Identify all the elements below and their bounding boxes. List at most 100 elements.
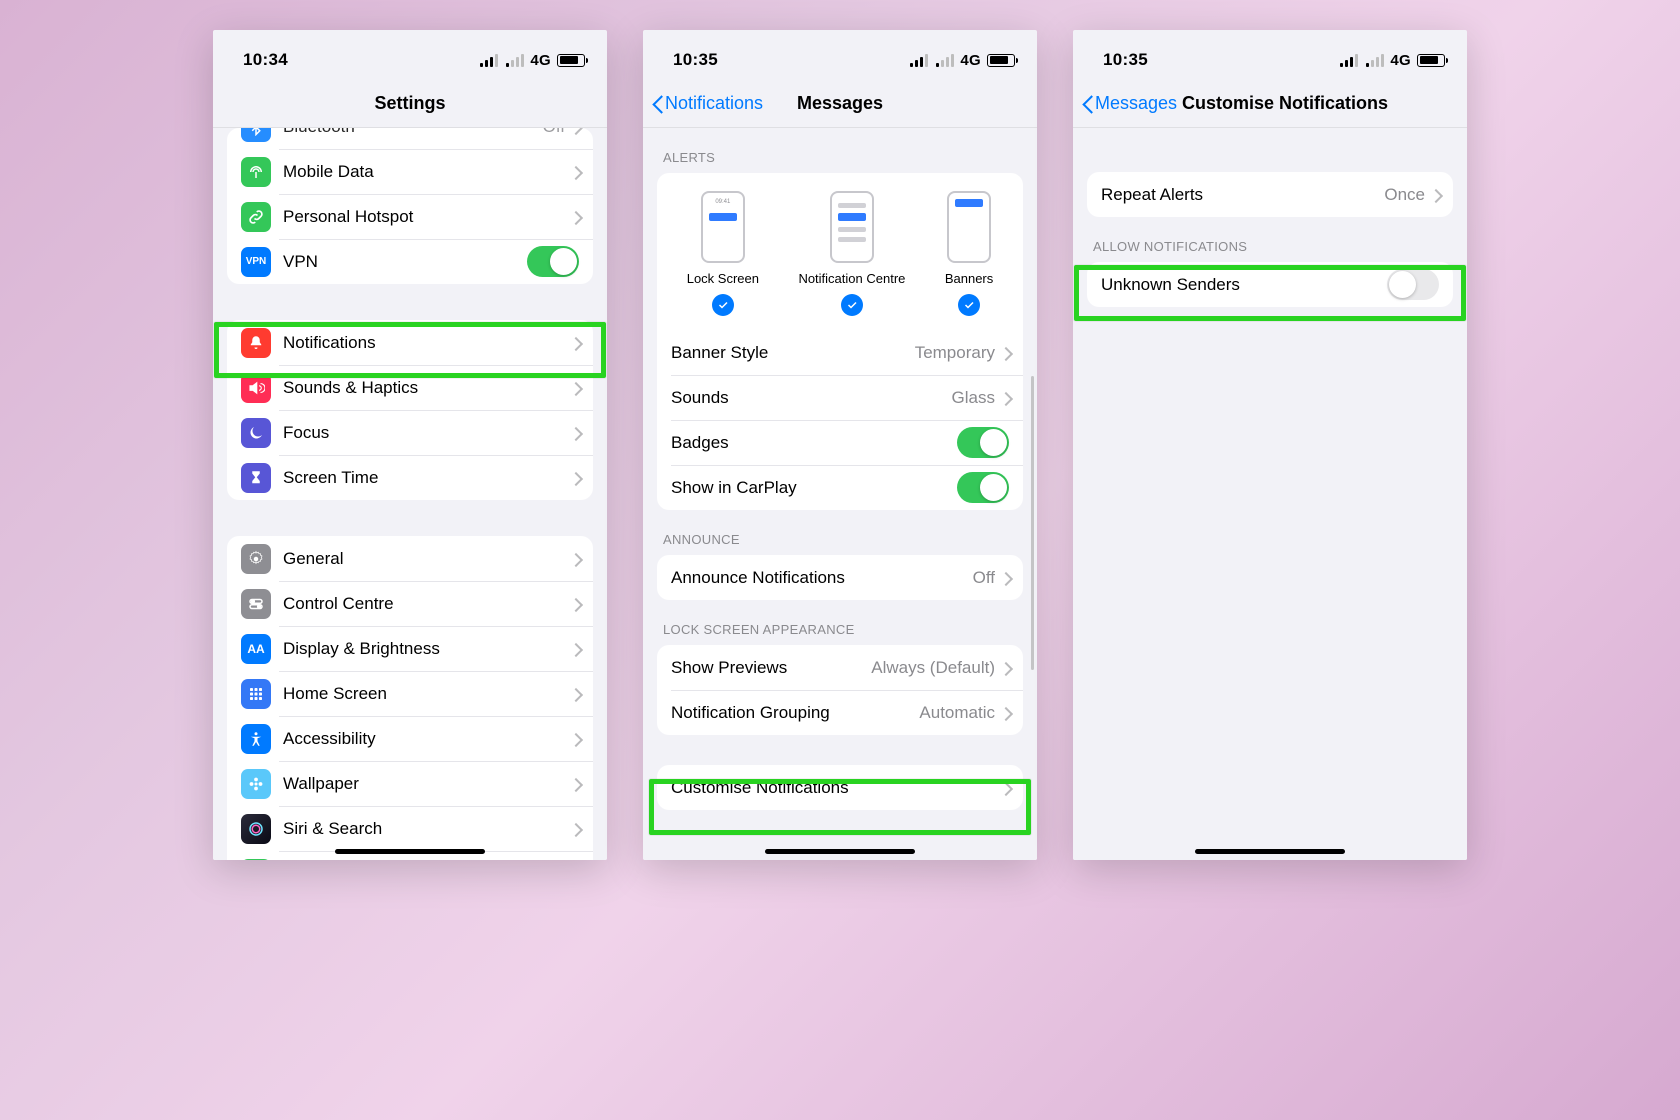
row-label: Accessibility [283, 729, 571, 749]
row-sounds[interactable]: Sounds & Haptics [227, 365, 593, 410]
customise-settings[interactable]: Repeat Alerts Once ALLOW NOTIFICATIONS U… [1073, 128, 1467, 860]
row-label: Customise Notifications [671, 778, 1001, 798]
row-customise-notifications[interactable]: Customise Notifications [657, 765, 1023, 810]
section-lockscreen: LOCK SCREEN APPEARANCE [643, 600, 1037, 645]
flower-icon [241, 769, 271, 799]
chevron-right-icon [1001, 661, 1009, 675]
alert-label: Lock Screen [687, 271, 759, 286]
row-label: Repeat Alerts [1101, 185, 1384, 205]
alert-lockscreen[interactable]: 09:41 Lock Screen [687, 191, 759, 316]
row-unknown-senders[interactable]: Unknown Senders [1087, 262, 1453, 307]
home-indicator [1195, 849, 1345, 854]
row-label: Sounds [671, 388, 952, 408]
row-notification-grouping[interactable]: Notification Grouping Automatic [657, 690, 1023, 735]
settings-list[interactable]: Bluetooth Off Mobile Data Personal Hotsp… [213, 128, 607, 860]
page-title: Messages [797, 93, 883, 114]
chevron-right-icon [571, 471, 579, 485]
section-alerts: ALERTS [643, 128, 1037, 173]
section-announce: ANNOUNCE [643, 510, 1037, 555]
row-notifications[interactable]: Notifications [227, 320, 593, 365]
alert-banners[interactable]: Banners [945, 191, 993, 316]
vpn-icon: VPN [241, 247, 271, 277]
hourglass-icon [241, 463, 271, 493]
check-icon[interactable] [712, 294, 734, 316]
page-title: Customise Notifications [1182, 93, 1388, 114]
row-label: Wallpaper [283, 774, 571, 794]
row-badges[interactable]: Badges [657, 420, 1023, 465]
row-label: Notification Grouping [671, 703, 919, 723]
row-value: Off [543, 128, 565, 137]
row-label: Unknown Senders [1101, 275, 1387, 295]
row-accessibility[interactable]: Accessibility [227, 716, 593, 761]
check-icon[interactable] [841, 294, 863, 316]
chevron-right-icon [1001, 571, 1009, 585]
row-display-brightness[interactable]: AA Display & Brightness [227, 626, 593, 671]
check-icon[interactable] [958, 294, 980, 316]
status-time: 10:35 [673, 50, 718, 70]
battery-icon [1417, 54, 1445, 67]
badges-toggle[interactable] [957, 427, 1009, 458]
status-right: 4G [1340, 52, 1445, 69]
chevron-right-icon [571, 128, 579, 134]
alert-label: Banners [945, 271, 993, 286]
row-home-screen[interactable]: Home Screen [227, 671, 593, 716]
signal-icon [480, 54, 498, 67]
row-mobile-data[interactable]: Mobile Data [227, 149, 593, 194]
chevron-right-icon [571, 336, 579, 350]
scroll-indicator [1031, 148, 1034, 800]
signal2-icon [936, 54, 954, 67]
alert-notification-centre[interactable]: Notification Centre [798, 191, 905, 316]
carplay-toggle[interactable] [957, 472, 1009, 503]
status-bar: 10:34 4G [213, 30, 607, 80]
row-label: Mobile Data [283, 162, 571, 182]
row-focus[interactable]: Focus [227, 410, 593, 455]
unknown-senders-toggle[interactable] [1387, 269, 1439, 300]
home-indicator [335, 849, 485, 854]
group-general: General Control Centre AA Display & Brig… [227, 536, 593, 860]
chevron-right-icon [571, 687, 579, 701]
network-label: 4G [530, 52, 551, 69]
back-button[interactable]: Notifications [651, 80, 763, 127]
row-siri-search[interactable]: Siri & Search [227, 806, 593, 851]
row-value: Temporary [915, 343, 995, 363]
link-icon [241, 202, 271, 232]
navbar: Notifications Messages [643, 80, 1037, 128]
section-allow: ALLOW NOTIFICATIONS [1073, 217, 1467, 262]
chevron-right-icon [1001, 706, 1009, 720]
row-label: Sounds & Haptics [283, 378, 571, 398]
row-screentime[interactable]: Screen Time [227, 455, 593, 500]
row-vpn[interactable]: VPN VPN [227, 239, 593, 284]
row-label: Show in CarPlay [671, 478, 957, 498]
row-label: Display & Brightness [283, 639, 571, 659]
row-value: Always (Default) [871, 658, 995, 678]
page-title: Settings [374, 93, 445, 114]
row-carplay[interactable]: Show in CarPlay [657, 465, 1023, 510]
status-time: 10:34 [243, 50, 288, 70]
vpn-toggle[interactable] [527, 246, 579, 277]
row-bluetooth[interactable]: Bluetooth Off [227, 128, 593, 149]
row-control-centre[interactable]: Control Centre [227, 581, 593, 626]
row-banner-style[interactable]: Banner Style Temporary [657, 330, 1023, 375]
gear-icon [241, 544, 271, 574]
row-wallpaper[interactable]: Wallpaper [227, 761, 593, 806]
messages-settings[interactable]: ALERTS 09:41 Lock Screen Notification Ce… [643, 128, 1037, 860]
signal2-icon [1366, 54, 1384, 67]
row-label: Announce Notifications [671, 568, 973, 588]
back-button[interactable]: Messages [1081, 80, 1177, 127]
back-label: Messages [1095, 93, 1177, 114]
row-hotspot[interactable]: Personal Hotspot [227, 194, 593, 239]
row-announce[interactable]: Announce Notifications Off [657, 555, 1023, 600]
row-general[interactable]: General [227, 536, 593, 581]
chevron-right-icon [571, 381, 579, 395]
chevron-right-icon [571, 210, 579, 224]
phone-messages: 10:35 4G Notifications Messages ALERTS 0… [643, 30, 1037, 860]
row-show-previews[interactable]: Show Previews Always (Default) [657, 645, 1023, 690]
signal-icon [1340, 54, 1358, 67]
siri-icon [241, 814, 271, 844]
status-bar: 10:35 4G [1073, 30, 1467, 80]
faceid-icon [241, 859, 271, 861]
status-right: 4G [480, 52, 585, 69]
row-sounds[interactable]: Sounds Glass [657, 375, 1023, 420]
row-repeat-alerts[interactable]: Repeat Alerts Once [1087, 172, 1453, 217]
group-allow: Unknown Senders [1087, 262, 1453, 307]
